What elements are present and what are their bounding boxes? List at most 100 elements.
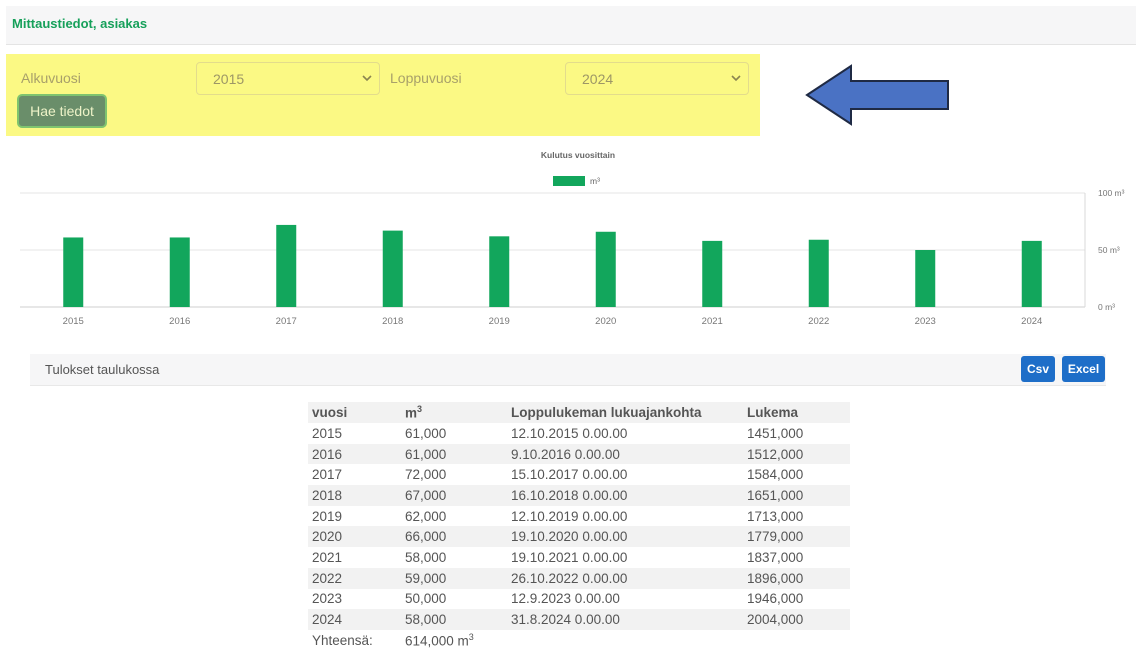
filter-panel: Alkuvuosi 2015 Loppuvuosi 2024 Hae tiedo… bbox=[6, 54, 760, 136]
arrow-left-icon bbox=[805, 64, 949, 126]
results-title: Tulokset taulukossa bbox=[45, 362, 160, 377]
cell-year: 2016 bbox=[308, 443, 401, 465]
cell-reading: 1946,000 bbox=[747, 591, 804, 607]
cell-year: 2021 bbox=[312, 549, 343, 565]
y-tick-label: 50 m³ bbox=[1098, 245, 1120, 255]
csv-button[interactable]: Csv bbox=[1021, 356, 1055, 382]
cell-m3: 50,000 bbox=[405, 591, 447, 607]
bar bbox=[63, 237, 84, 307]
cell-m3: 67,000 bbox=[401, 485, 507, 506]
chevron-down-icon bbox=[731, 75, 741, 82]
cell-year: 2018 bbox=[308, 485, 401, 506]
cell-reading-time: 19.10.2021 0.00.00 bbox=[511, 549, 628, 565]
bar bbox=[276, 224, 297, 307]
end-year-label: Loppuvuosi bbox=[390, 70, 462, 86]
start-year-label: Alkuvuosi bbox=[21, 70, 81, 86]
cell-reading-time: 26.10.2022 0.00.00 bbox=[507, 567, 743, 589]
x-tick-label: 2018 bbox=[382, 316, 403, 327]
cell-reading-time: 12.10.2015 0.00.00 bbox=[511, 425, 628, 441]
chart-title: Kulutus vuosittain bbox=[541, 150, 615, 160]
cell-year: 2020 bbox=[308, 526, 401, 548]
cell-reading: 1451,000 bbox=[747, 425, 804, 441]
total-row: Yhteensä: 614,000 m3 bbox=[308, 630, 850, 651]
bar bbox=[915, 250, 936, 307]
cell-reading: 1584,000 bbox=[747, 467, 804, 483]
bar bbox=[1021, 240, 1042, 307]
y-tick-label: 100 m³ bbox=[1098, 188, 1125, 198]
cell-reading: 2004,000 bbox=[743, 609, 850, 630]
results-table: vuosi m3 Loppulukeman lukuajankohta Luke… bbox=[308, 402, 850, 651]
cell-reading-time: 12.9.2023 0.00.00 bbox=[511, 591, 620, 607]
fetch-data-button[interactable]: Hae tiedot bbox=[17, 94, 107, 128]
x-tick-label: 2021 bbox=[702, 316, 723, 327]
legend-label: m³ bbox=[590, 176, 600, 186]
table-row: 2021 58,000 19.10.2021 0.00.00 1837,000 bbox=[308, 547, 850, 568]
table-header-row: vuosi m3 Loppulukeman lukuajankohta Luke… bbox=[308, 402, 850, 423]
table-row: 2024 58,000 31.8.2024 0.00.00 2004,000 bbox=[308, 609, 850, 630]
cell-reading: 1779,000 bbox=[743, 526, 850, 548]
x-tick-label: 2015 bbox=[63, 316, 84, 327]
bar bbox=[382, 230, 403, 307]
cell-year: 2017 bbox=[312, 467, 343, 483]
legend-swatch bbox=[553, 176, 585, 186]
y-tick-label: 0 m³ bbox=[1098, 302, 1115, 312]
cell-reading: 1896,000 bbox=[743, 567, 850, 589]
table-row: 2016 61,000 9.10.2016 0.00.00 1512,000 bbox=[308, 443, 850, 465]
cell-m3: 59,000 bbox=[401, 567, 507, 589]
cell-year: 2024 bbox=[308, 609, 401, 630]
bar bbox=[595, 231, 616, 307]
x-tick-label: 2023 bbox=[915, 316, 936, 327]
cell-reading-time: 16.10.2018 0.00.00 bbox=[507, 485, 743, 506]
table-row: 2015 61,000 12.10.2015 0.00.00 1451,000 bbox=[308, 423, 850, 444]
end-year-value: 2024 bbox=[582, 71, 614, 87]
cell-year: 2022 bbox=[308, 567, 401, 589]
x-tick-label: 2019 bbox=[489, 316, 510, 327]
header-m3: m3 bbox=[401, 402, 507, 423]
header-reading: Lukema bbox=[743, 402, 850, 423]
header-reading-time: Loppulukeman lukuajankohta bbox=[507, 402, 743, 423]
cell-year: 2015 bbox=[312, 425, 343, 441]
excel-button[interactable]: Excel bbox=[1062, 356, 1105, 382]
bar bbox=[489, 236, 510, 307]
start-year-select[interactable]: 2015 bbox=[196, 62, 380, 95]
table-row: 2017 72,000 15.10.2017 0.00.00 1584,000 bbox=[308, 464, 850, 485]
page-header: Mittaustiedot, asiakas bbox=[6, 6, 1136, 45]
bar bbox=[702, 240, 723, 307]
cell-reading-time: 12.10.2019 0.00.00 bbox=[511, 508, 628, 524]
consumption-chart: Kulutus vuosittain m³ 2015 2016 2017 2018 20… bbox=[20, 150, 1125, 327]
header-year: vuosi bbox=[308, 402, 401, 423]
cell-reading: 1651,000 bbox=[743, 485, 850, 506]
x-tick-label: 2017 bbox=[276, 316, 297, 327]
cell-reading-time: 19.10.2020 0.00.00 bbox=[507, 526, 743, 548]
cell-reading: 1713,000 bbox=[747, 508, 804, 524]
cell-m3: 58,000 bbox=[401, 609, 507, 630]
cell-reading-time: 31.8.2024 0.00.00 bbox=[507, 609, 743, 630]
x-tick-label: 2022 bbox=[808, 316, 829, 327]
cell-reading: 1512,000 bbox=[743, 443, 850, 465]
table-row: 2020 66,000 19.10.2020 0.00.00 1779,000 bbox=[308, 526, 850, 548]
cell-reading-time: 9.10.2016 0.00.00 bbox=[507, 443, 743, 465]
table-row: 2023 50,000 12.9.2023 0.00.00 1946,000 bbox=[308, 589, 850, 610]
cell-year: 2023 bbox=[312, 591, 343, 607]
cell-year: 2019 bbox=[312, 508, 343, 524]
cell-m3: 62,000 bbox=[405, 508, 447, 524]
cell-reading: 1837,000 bbox=[747, 549, 804, 565]
end-year-select[interactable]: 2024 bbox=[565, 62, 749, 95]
cell-m3: 72,000 bbox=[405, 467, 447, 483]
x-tick-label: 2024 bbox=[1021, 316, 1042, 327]
total-label: Yhteensä: bbox=[312, 632, 373, 648]
chevron-down-icon bbox=[362, 75, 372, 82]
x-tick-label: 2016 bbox=[169, 316, 190, 327]
cell-m3: 58,000 bbox=[405, 549, 447, 565]
table-row: 2019 62,000 12.10.2019 0.00.00 1713,000 bbox=[308, 506, 850, 527]
bar bbox=[169, 237, 190, 307]
table-row: 2018 67,000 16.10.2018 0.00.00 1651,000 bbox=[308, 485, 850, 506]
cell-m3: 61,000 bbox=[401, 443, 507, 465]
bar bbox=[808, 239, 829, 307]
cell-reading-time: 15.10.2017 0.00.00 bbox=[511, 467, 628, 483]
results-bar: Tulokset taulukossa Csv Excel bbox=[30, 354, 1106, 386]
start-year-value: 2015 bbox=[213, 71, 245, 87]
table-row: 2022 59,000 26.10.2022 0.00.00 1896,000 bbox=[308, 567, 850, 589]
cell-m3: 61,000 bbox=[405, 425, 447, 441]
x-tick-label: 2020 bbox=[595, 316, 616, 327]
